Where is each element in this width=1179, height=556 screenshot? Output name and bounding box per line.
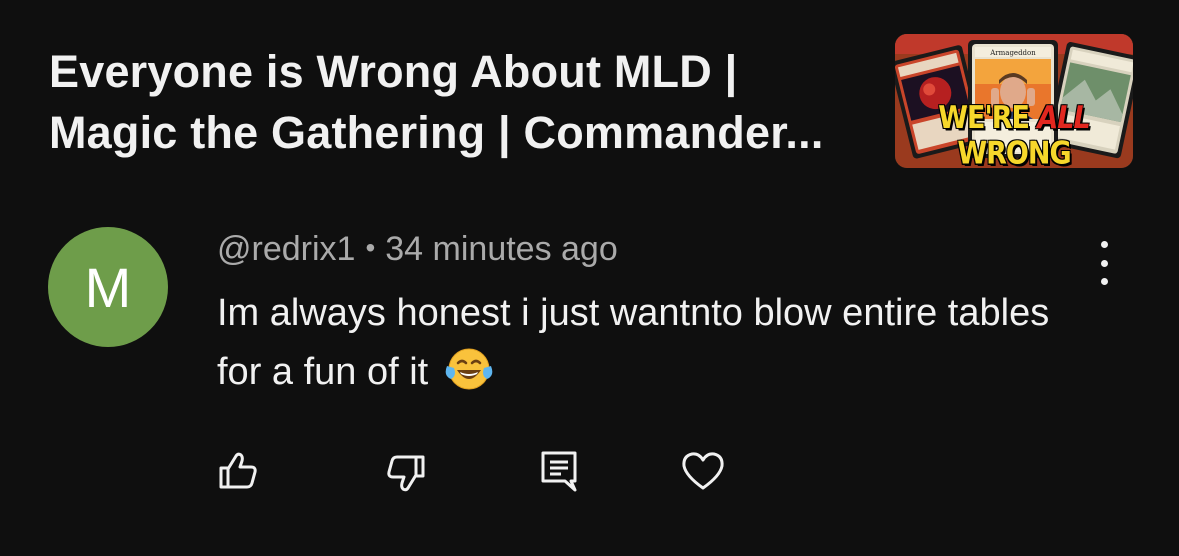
thumbnail-caption: WE'RE ALL WRONG [938, 100, 1090, 168]
thumbs-up-icon [219, 452, 257, 489]
dislike-button[interactable] [384, 452, 428, 496]
reply-button[interactable] [538, 449, 582, 493]
reply-icon [541, 451, 577, 492]
video-thumbnail[interactable]: Armageddon WE'RE ALL WRONG [895, 34, 1133, 168]
more-vertical-icon-dot [1100, 241, 1108, 248]
like-button[interactable] [216, 448, 260, 492]
video-title-line-1: Everyone is Wrong About MLD | [49, 46, 738, 97]
heart-button[interactable] [680, 449, 726, 493]
comment-timestamp: 34 minutes ago [385, 230, 618, 268]
svg-text:Armageddon: Armageddon [989, 49, 1036, 57]
comment-body: Im always honest i just wantnto blow ent… [217, 284, 1077, 410]
more-options-button[interactable] [1086, 241, 1122, 285]
heart-icon [682, 452, 724, 490]
comment-meta: @redrix1 • 34 minutes ago [217, 230, 618, 269]
laughing-tears-emoji-icon [445, 346, 493, 410]
meta-separator: • [365, 232, 376, 263]
comment-author[interactable]: @redrix1 [217, 230, 355, 268]
video-title[interactable]: Everyone is Wrong About MLD | Magic the … [49, 41, 879, 163]
thumbs-down-icon [387, 455, 425, 492]
more-vertical-icon-dot [1100, 278, 1108, 285]
avatar[interactable]: M [48, 227, 168, 347]
comment-text: Im always honest i just wantnto blow ent… [217, 292, 1050, 393]
more-vertical-icon-dot [1100, 259, 1108, 267]
video-title-line-2: Magic the Gathering | Commander... [49, 107, 824, 158]
comment-detail-screen: Everyone is Wrong About MLD | Magic the … [0, 0, 1179, 556]
avatar-letter: M [84, 255, 132, 319]
